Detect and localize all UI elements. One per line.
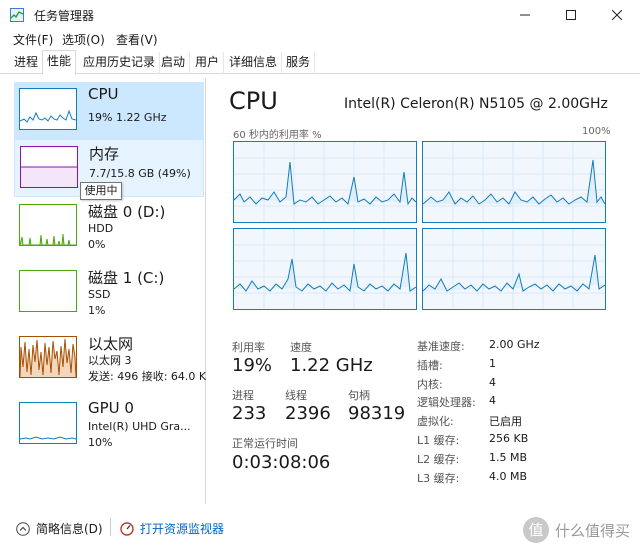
tab-startup[interactable]: 启动 (157, 52, 191, 74)
uptime-label: 正常运行时间 (232, 437, 298, 450)
tab-services[interactable]: 服务 (282, 52, 316, 74)
processes-label: 进程 (232, 389, 254, 402)
gpu-thumbnail-graph (19, 402, 77, 444)
resource-name: 磁盘 0 (D:) (88, 203, 166, 221)
graph-axis-max: 100% (582, 126, 611, 137)
fewer-details-button[interactable]: 简略信息(D) (16, 520, 103, 537)
uptime-value: 0:03:08:06 (232, 452, 331, 473)
resource-adapter: 以太网 3 (88, 354, 132, 367)
resource-item-gpu[interactable]: GPU 0 Intel(R) UHD Gra... 10% (14, 396, 204, 454)
spec-value: 1.5 MB (489, 451, 528, 464)
resource-monitor-icon (120, 521, 134, 536)
spec-label: 逻辑处理器: (417, 396, 476, 409)
minimize-button[interactable] (502, 0, 548, 30)
watermark: 值 什么值得买 (522, 517, 630, 543)
spec-label: 虚拟化: (417, 415, 454, 428)
resource-usage: 1% (88, 304, 106, 317)
resource-name: 以太网 (88, 335, 134, 353)
spec-value: 2.00 GHz (489, 338, 540, 351)
spec-label: L2 缓存: (417, 453, 460, 466)
resource-type: SSD (88, 288, 111, 301)
tab-performance[interactable]: 性能 (42, 50, 77, 75)
spec-label: L3 缓存: (417, 472, 460, 485)
memory-tooltip: 使用中 (80, 182, 122, 200)
task-manager-icon (10, 8, 24, 22)
memory-thumbnail-graph (20, 146, 78, 188)
close-icon (612, 10, 622, 20)
open-resource-monitor-link[interactable]: 打开资源监视器 (120, 520, 224, 537)
tab-users[interactable]: 用户 (191, 52, 225, 74)
resource-usage: 0% (88, 238, 106, 251)
disk1-thumbnail-graph (19, 270, 77, 312)
resource-name: 磁盘 1 (C:) (88, 269, 165, 287)
resource-throughput: 发送: 496 接收: 64.0 K (88, 370, 207, 383)
spec-value: 256 KB (489, 432, 529, 445)
open-resource-monitor-label: 打开资源监视器 (140, 522, 225, 536)
processes-value: 233 (232, 403, 267, 424)
spec-value: 1 (489, 357, 496, 370)
utilization-label: 利用率 (232, 341, 265, 354)
resource-name: GPU 0 (88, 399, 134, 417)
resource-model: Intel(R) UHD Gra... (88, 420, 191, 433)
resource-name: CPU (88, 85, 119, 103)
graph-axis-label: 60 秒内的利用率 % (233, 130, 322, 141)
resource-item-disk-0[interactable]: 磁盘 0 (D:) HDD 0% (14, 198, 204, 256)
resource-detail: 19% 1.22 GHz (88, 111, 167, 124)
spec-value: 4 (489, 394, 496, 407)
resource-name: 内存 (89, 145, 120, 163)
maximize-button[interactable] (548, 0, 594, 30)
threads-label: 线程 (285, 389, 307, 402)
resource-item-cpu[interactable]: CPU 19% 1.22 GHz (14, 82, 204, 140)
threads-value: 2396 (285, 403, 331, 424)
watermark-text: 什么值得买 (554, 521, 630, 540)
tab-processes[interactable]: 进程 (10, 52, 44, 74)
page-title: CPU (229, 87, 278, 115)
resource-list: CPU 19% 1.22 GHz 内存 7.7/15.8 GB (49%) 磁盘… (12, 78, 206, 504)
resource-usage: 10% (88, 436, 113, 449)
resource-item-disk-1[interactable]: 磁盘 1 (C:) SSD 1% (14, 264, 204, 322)
window-title: 任务管理器 (34, 9, 95, 23)
minimize-icon (520, 14, 530, 16)
resource-type: HDD (88, 222, 114, 235)
cpu-model: Intel(R) Celeron(R) N5105 @ 2.00GHz (344, 96, 608, 112)
chevron-up-icon (16, 521, 30, 536)
spec-label: L1 缓存: (417, 434, 460, 447)
resource-item-ethernet[interactable]: 以太网 以太网 3 发送: 496 接收: 64.0 K (14, 330, 207, 388)
close-button[interactable] (594, 0, 640, 30)
core-graph-2 (233, 228, 417, 310)
disk0-thumbnail-graph (19, 204, 77, 246)
menu-options[interactable]: 选项(O) (62, 31, 105, 48)
menu-file[interactable]: 文件(F) (13, 31, 53, 48)
spec-label: 内核: (417, 378, 443, 391)
core-graph-1 (422, 141, 606, 223)
resource-detail: 7.7/15.8 GB (49%) (89, 167, 191, 180)
menu-view[interactable]: 查看(V) (116, 31, 158, 48)
maximize-icon (566, 10, 576, 20)
handles-value: 98319 (348, 403, 406, 424)
title-bar: 任务管理器 (0, 0, 640, 30)
menu-bar: 文件(F) 选项(O) 查看(V) (0, 30, 640, 50)
ethernet-thumbnail-graph (19, 336, 77, 378)
tab-app-history[interactable]: 应用历史记录 (79, 52, 161, 74)
cpu-thumbnail-graph (19, 88, 77, 130)
footer-divider (110, 518, 111, 536)
spec-label: 插槽: (417, 359, 443, 372)
fewer-details-label: 简略信息(D) (36, 522, 103, 536)
spec-value: 4.0 MB (489, 470, 528, 483)
core-graph-3 (422, 228, 606, 310)
utilization-value: 19% (232, 355, 273, 376)
core-graph-0 (233, 141, 417, 223)
spec-value: 已启用 (489, 415, 522, 428)
watermark-logo: 值 (522, 517, 549, 543)
tab-details[interactable]: 详细信息 (225, 52, 283, 74)
tab-bar: 进程 性能 应用历史记录 启动 用户 详细信息 服务 (0, 50, 640, 75)
spec-label: 基准速度: (417, 340, 465, 353)
speed-label: 速度 (290, 341, 312, 354)
handles-label: 句柄 (348, 389, 370, 402)
spec-value: 4 (489, 376, 496, 389)
speed-value: 1.22 GHz (290, 355, 373, 376)
